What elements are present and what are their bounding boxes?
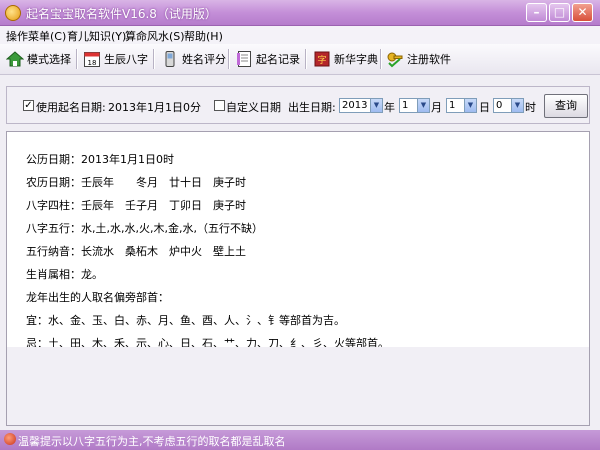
xinhua-dictionary-label: 新华字典 (334, 53, 378, 66)
app-logo-icon (5, 5, 21, 21)
result-line: 八字四柱：壬辰年 壬子月 丁卯日 庚子时 (26, 199, 246, 212)
mode-select-label: 模式选择 (27, 53, 71, 66)
month-unit: 月 (431, 101, 442, 114)
toolbar-divider (153, 49, 155, 69)
menu-operation[interactable]: 操作菜单(C) (6, 28, 66, 44)
toolbar: 模式选择 18 生辰八字 姓名评分 起名记录 字 新华字典 注册软件 (0, 44, 600, 75)
status-bar: 温馨提示以八字五行为主,不考虑五行的取名都是乱取名 (0, 430, 600, 450)
day-unit: 日 (479, 101, 490, 114)
menu-fortune[interactable]: 算命风水(S) (125, 28, 185, 44)
birth-date-label: 出生日期: (288, 101, 336, 114)
title-bar[interactable]: 起名宝宝取名软件V16.8（试用版） – □ ✕ (0, 0, 600, 26)
register-software-label: 注册软件 (407, 53, 451, 66)
result-line: 八字五行：水,土,水,水,火,木,金,水,（五行不缺） (26, 222, 263, 235)
toolbar-divider (76, 49, 78, 69)
result-line: 农历日期：壬辰年 冬月 廿十日 庚子时 (26, 176, 246, 189)
use-naming-date-label: 使用起名日期: (36, 101, 106, 114)
chevron-down-icon[interactable]: ▼ (511, 99, 523, 112)
month-value: 1 (402, 100, 409, 111)
day-select[interactable]: 1 ▼ (446, 98, 477, 113)
naming-records-label: 起名记录 (256, 53, 300, 66)
year-select[interactable]: 2013 ▼ (339, 98, 383, 113)
menu-parenting[interactable]: 育儿知识(Y) (67, 28, 126, 44)
app-window: 起名宝宝取名软件V16.8（试用版） – □ ✕ 操作菜单(C) 育儿知识(Y)… (0, 0, 600, 450)
notebook-icon (235, 50, 253, 68)
menu-bar: 操作菜单(C) 育儿知识(Y) 算命风水(S) 帮助(H) (0, 26, 600, 45)
result-line: 五行纳音：长流水 桑柘木 炉中火 壁上土 (26, 245, 246, 258)
calendar-icon: 18 (83, 50, 101, 68)
chevron-down-icon[interactable]: ▼ (417, 99, 429, 112)
year-unit: 年 (384, 101, 395, 114)
svg-text:18: 18 (88, 59, 97, 67)
mode-select-button[interactable]: 模式选择 (5, 48, 71, 70)
maximize-button[interactable]: □ (549, 3, 570, 22)
book-icon: 字 (313, 50, 331, 68)
day-value: 1 (449, 100, 456, 111)
minimize-button[interactable]: – (526, 3, 547, 22)
custom-date-label: 自定义日期 (226, 101, 281, 114)
close-button[interactable]: ✕ (572, 3, 593, 22)
result-line: 生肖属相：龙。 (26, 268, 103, 281)
birth-bazi-label: 生辰八字 (104, 53, 148, 66)
key-icon (386, 50, 404, 68)
use-naming-date-checkbox[interactable]: ✓ (23, 100, 34, 111)
house-icon (5, 50, 25, 68)
chevron-down-icon[interactable]: ▼ (464, 99, 476, 112)
window-title: 起名宝宝取名软件V16.8（试用版） (26, 7, 217, 21)
phone-icon (161, 50, 179, 68)
naming-records-button[interactable]: 起名记录 (235, 48, 300, 70)
result-line: 公历日期：2013年1月1日0时 (26, 153, 174, 166)
svg-text:字: 字 (317, 54, 326, 66)
custom-date-checkbox[interactable] (214, 100, 225, 111)
result-empty-area (7, 347, 589, 425)
chevron-down-icon[interactable]: ▼ (370, 99, 382, 112)
query-button[interactable]: 查询 (544, 94, 588, 118)
toolbar-divider (228, 49, 230, 69)
toolbar-divider (380, 49, 382, 69)
result-panel: 公历日期：2013年1月1日0时 农历日期：壬辰年 冬月 廿十日 庚子时 八字四… (6, 131, 590, 426)
month-select[interactable]: 1 ▼ (399, 98, 430, 113)
result-text-area: 公历日期：2013年1月1日0时 农历日期：壬辰年 冬月 廿十日 庚子时 八字四… (7, 132, 589, 350)
year-value: 2013 (342, 100, 368, 111)
hour-unit: 时 (525, 101, 536, 114)
xinhua-dictionary-button[interactable]: 字 新华字典 (313, 48, 378, 70)
register-software-button[interactable]: 注册软件 (386, 48, 451, 70)
hour-select[interactable]: 0 ▼ (493, 98, 524, 113)
result-line: 龙年出生的人取名偏旁部首： (26, 291, 169, 304)
hour-value: 0 (496, 100, 503, 111)
birth-bazi-button[interactable]: 18 生辰八字 (83, 48, 148, 70)
date-options-panel: ✓ 使用起名日期: 2013年1月1日0分 自定义日期 出生日期: 2013 ▼… (6, 86, 590, 124)
name-score-button[interactable]: 姓名评分 (161, 48, 226, 70)
status-text: 温馨提示以八字五行为主,不考虑五行的取名都是乱取名 (18, 435, 286, 448)
toolbar-divider (305, 49, 307, 69)
status-icon (4, 433, 16, 445)
menu-help[interactable]: 帮助(H) (184, 28, 223, 44)
name-score-label: 姓名评分 (182, 53, 226, 66)
result-line: 宜：水、金、玉、白、赤、月、鱼、酉、人、氵、钅等部首为吉。 (26, 314, 345, 327)
naming-date-value: 2013年1月1日0分 (108, 101, 201, 114)
